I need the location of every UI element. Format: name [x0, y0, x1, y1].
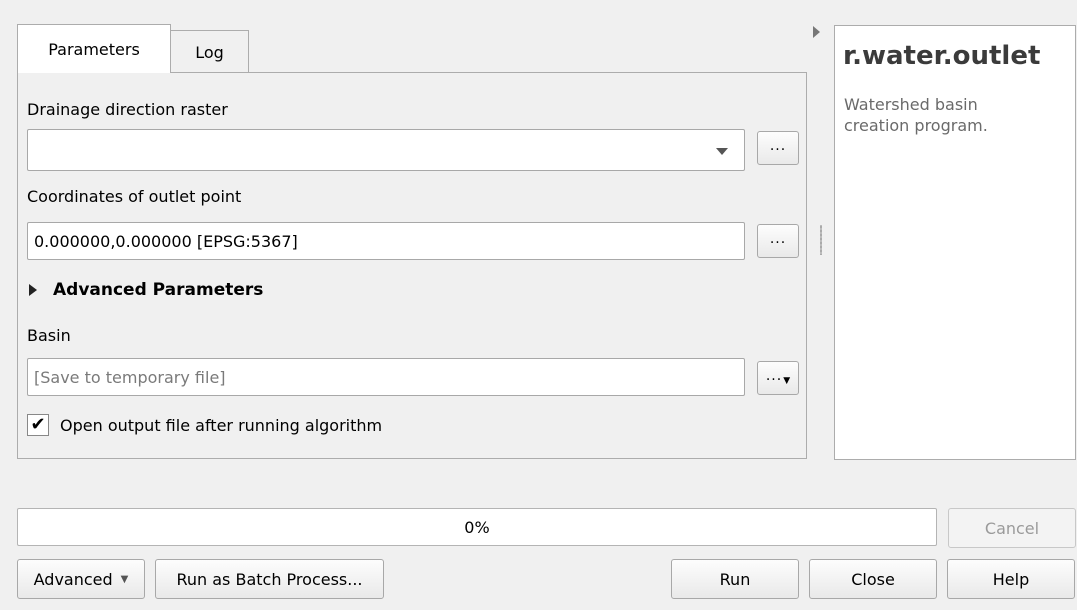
coordinates-value: 0.000000,0.000000 [EPSG:5367] — [34, 231, 298, 251]
coordinates-browse-button[interactable]: ... — [757, 224, 799, 258]
cancel-label: Cancel — [984, 518, 1040, 538]
close-button[interactable]: Close — [809, 559, 937, 599]
open-output-checkbox[interactable]: ✔ — [27, 414, 49, 436]
run-button[interactable]: Run — [671, 559, 799, 599]
coordinates-label: Coordinates of outlet point — [27, 187, 242, 206]
algorithm-description: Watershed basin creation program. — [844, 95, 988, 135]
basin-browse-button[interactable]: ... ▼ — [757, 361, 799, 395]
coordinates-input[interactable]: 0.000000,0.000000 [EPSG:5367] — [27, 222, 745, 260]
basin-output-input[interactable]: [Save to temporary file] — [27, 358, 745, 396]
tab-parameters-label: Parameters — [48, 39, 140, 59]
basin-label: Basin — [27, 326, 71, 345]
basin-placeholder: [Save to temporary file] — [34, 367, 226, 387]
chevron-down-icon: ▼ — [120, 573, 129, 585]
drainage-direction-label: Drainage direction raster — [27, 100, 228, 119]
checkmark-icon: ✔ — [30, 414, 46, 435]
drainage-browse-button[interactable]: ... — [757, 131, 799, 165]
collapse-arrow-icon[interactable] — [813, 26, 820, 38]
advanced-menu-button[interactable]: Advanced ▼ — [17, 559, 145, 599]
open-output-label: Open output file after running algorithm — [60, 415, 383, 435]
progress-bar: 0% — [17, 508, 937, 546]
open-output-checkbox-row[interactable]: ✔ Open output file after running algorit… — [27, 412, 382, 438]
browse-label: ... — [769, 138, 787, 154]
chevron-down-icon — [716, 148, 728, 155]
close-label: Close — [851, 569, 895, 589]
algorithm-title: r.water.outlet — [843, 41, 1041, 71]
chevron-down-icon: ▼ — [783, 375, 791, 386]
browse-label: ... — [769, 231, 787, 247]
run-label: Run — [719, 569, 751, 589]
tab-log-label: Log — [195, 42, 224, 62]
help-panel: r.water.outlet Watershed basin creation … — [834, 25, 1076, 460]
run-batch-label: Run as Batch Process... — [176, 569, 363, 589]
splitter-handle[interactable] — [820, 225, 822, 255]
run-batch-button[interactable]: Run as Batch Process... — [155, 559, 384, 599]
drainage-direction-combo[interactable] — [27, 129, 745, 171]
advanced-label: Advanced — [33, 569, 113, 589]
help-label: Help — [992, 569, 1030, 589]
advanced-parameters-label: Advanced Parameters — [53, 280, 264, 300]
cancel-button[interactable]: Cancel — [948, 508, 1076, 548]
tab-log[interactable]: Log — [170, 30, 249, 73]
help-button[interactable]: Help — [947, 559, 1075, 599]
tab-parameters[interactable]: Parameters — [17, 24, 171, 73]
browse-label: ... — [765, 368, 783, 384]
progress-text: 0% — [464, 517, 490, 537]
expand-arrow-icon — [29, 284, 37, 296]
advanced-parameters-toggle[interactable]: Advanced Parameters — [29, 278, 329, 302]
